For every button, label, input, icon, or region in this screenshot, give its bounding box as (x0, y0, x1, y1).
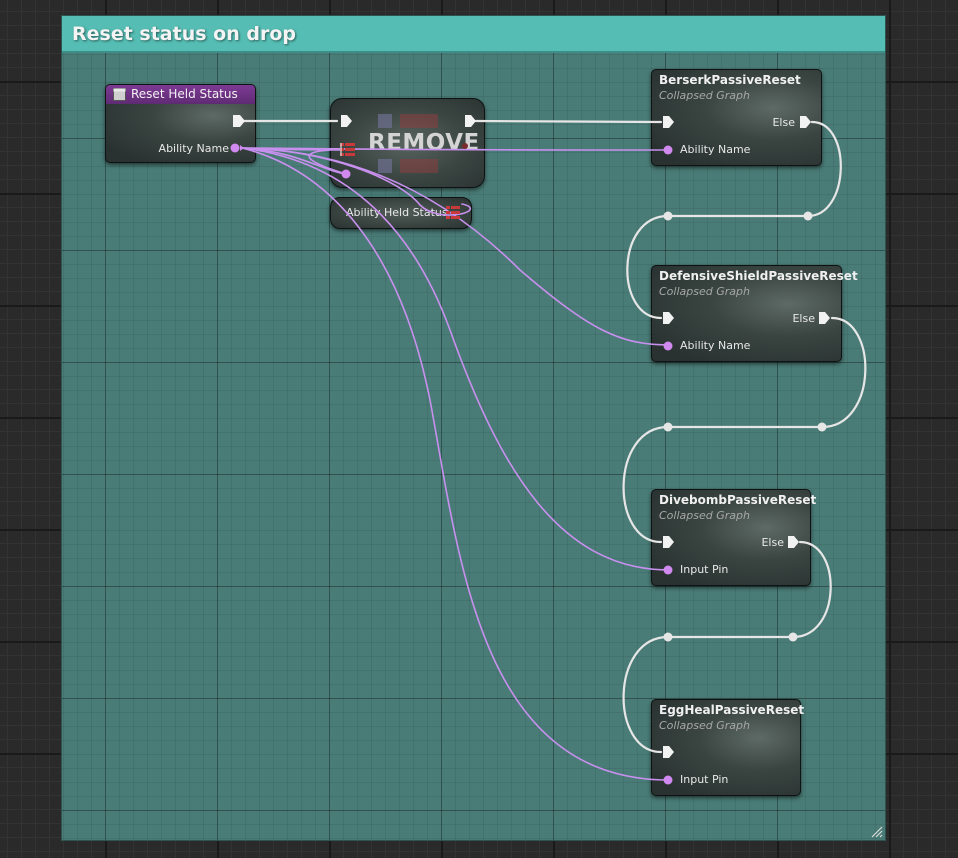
remove-output-pin-icon (462, 143, 468, 149)
reroute-knot (788, 632, 798, 642)
exec-wires (241, 119, 867, 754)
exec-wire-divebomb-else (622, 540, 832, 754)
name-pin-icon (663, 145, 673, 155)
name-pin-icon (663, 565, 673, 575)
name-pin-icon (663, 775, 673, 785)
exec-pin-icon (465, 115, 476, 127)
exec-pin-icon (663, 116, 674, 128)
reroute-knot (663, 211, 673, 221)
reroute-knot (663, 632, 673, 642)
name-pins (230, 143, 673, 785)
array-pin-icon (340, 143, 355, 156)
exec-wire-defensive-else (622, 316, 867, 544)
name-wire-to-egg (241, 147, 670, 781)
reroute-knot (663, 422, 673, 432)
exec-pin-icon (663, 536, 674, 548)
name-pin-icon (663, 341, 673, 351)
exec-wire-remove-to-berserk (474, 119, 663, 124)
reroute-knot (817, 422, 827, 432)
exec-pin-icon (819, 312, 830, 324)
exec-pin-icon (663, 746, 674, 758)
ability-name-wires (241, 147, 670, 781)
reroute-knot (803, 211, 813, 221)
exec-pin-icon (341, 115, 352, 127)
wires-layer (230, 115, 867, 785)
name-pin-arrow-icon (240, 145, 244, 151)
array-pin-icon (446, 206, 460, 219)
name-pin-icon (230, 143, 240, 153)
exec-pin-icon (233, 115, 245, 127)
exec-pin-icon (800, 116, 811, 128)
exec-pin-icon (663, 312, 674, 324)
exec-pins (233, 115, 830, 758)
name-wire-variable-loop (241, 147, 471, 216)
name-pin-icon (341, 169, 351, 179)
exec-pin-icon (788, 536, 799, 548)
array-pins (340, 143, 468, 219)
